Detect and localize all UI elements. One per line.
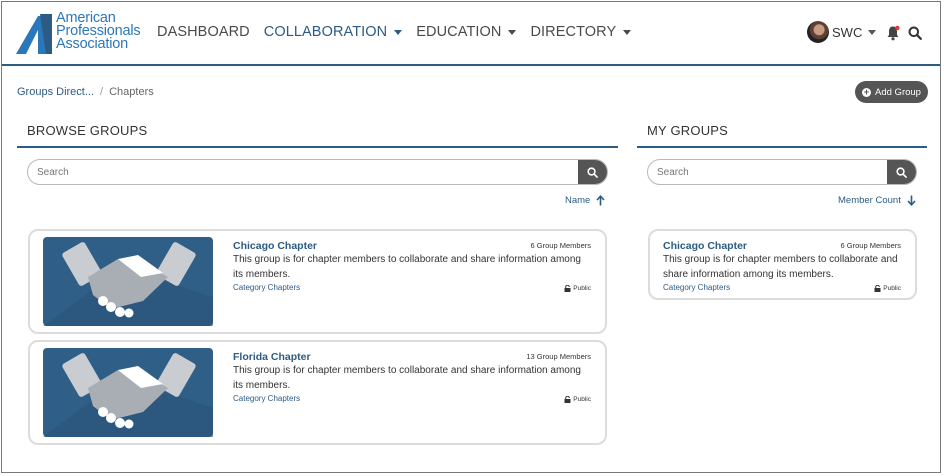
group-privacy-label: Public xyxy=(573,396,591,403)
group-category[interactable]: Category Chapters xyxy=(233,283,300,292)
nav-directory-label: DIRECTORY xyxy=(530,24,617,40)
nav-directory[interactable]: DIRECTORY xyxy=(530,24,632,40)
group-privacy: Public xyxy=(564,396,591,403)
add-group-label: Add Group xyxy=(875,86,921,98)
main-nav: DASHBOARD COLLABORATION EDUCATION DIRECT… xyxy=(157,24,632,40)
nav-collaboration-label: COLLABORATION xyxy=(263,24,388,40)
group-member-count: 6 Group Members xyxy=(530,241,591,250)
group-member-count: 13 Group Members xyxy=(526,352,591,361)
my-groups-title: MY GROUPS xyxy=(647,123,729,138)
nav-dashboard-label: DASHBOARD xyxy=(157,24,250,40)
group-category[interactable]: Category Chapters xyxy=(233,394,300,403)
logo-text: American Professionals Association xyxy=(56,11,141,52)
add-group-button[interactable]: + Add Group xyxy=(855,81,928,103)
chevron-down-icon xyxy=(508,30,517,35)
my-groups-search-input[interactable] xyxy=(648,160,789,184)
group-category[interactable]: Category Chapters xyxy=(663,283,730,292)
group-description: This group is for chapter members to col… xyxy=(233,254,581,280)
my-groups-divider xyxy=(637,146,927,148)
browse-sort-name[interactable]: Name xyxy=(565,195,605,206)
chevron-down-icon xyxy=(623,30,632,35)
group-privacy-label: Public xyxy=(573,285,591,292)
browse-search-input[interactable] xyxy=(28,160,169,184)
arrow-down-icon xyxy=(907,195,916,206)
logo-line-3: Association xyxy=(56,36,128,52)
top-header: American Professionals Association DASHB… xyxy=(2,2,940,66)
my-groups-search-button[interactable] xyxy=(887,160,916,184)
breadcrumb-separator: / xyxy=(100,86,104,98)
group-privacy-label: Public xyxy=(883,285,901,292)
group-description: This group is for chapter members to col… xyxy=(233,365,581,391)
nav-dashboard[interactable]: DASHBOARD xyxy=(157,24,250,40)
search-icon xyxy=(896,166,907,178)
nav-education-label: EDUCATION xyxy=(416,24,502,40)
my-groups-search-box xyxy=(647,159,917,185)
my-groups-sort-member-count[interactable]: Member Count xyxy=(838,195,916,206)
group-name[interactable]: Chicago Chapter xyxy=(233,240,317,252)
bell-icon[interactable] xyxy=(886,25,900,41)
group-card[interactable]: Chicago Chapter 6 Group Members This gro… xyxy=(28,229,607,334)
handshake-icon xyxy=(43,242,213,326)
nav-education[interactable]: EDUCATION xyxy=(416,24,517,40)
handshake-icon xyxy=(43,353,213,437)
group-privacy: Public xyxy=(564,285,591,292)
group-privacy: Public xyxy=(874,285,901,292)
my-groups-sort-label: Member Count xyxy=(838,195,901,206)
handshake-image xyxy=(43,237,213,326)
browse-search-box xyxy=(27,159,608,185)
group-name[interactable]: Chicago Chapter xyxy=(663,240,747,252)
search-icon[interactable] xyxy=(908,26,922,40)
group-name[interactable]: Florida Chapter xyxy=(233,351,311,363)
arrow-up-icon xyxy=(596,195,605,206)
group-member-count: 6 Group Members xyxy=(840,241,901,250)
plus-circle-icon: + xyxy=(862,86,872,97)
group-description: This group is for chapter members to col… xyxy=(663,254,898,280)
avatar xyxy=(807,21,829,43)
user-name: SWC xyxy=(832,24,863,40)
logo-mark-icon xyxy=(16,14,52,54)
search-icon xyxy=(587,166,598,178)
lock-icon xyxy=(564,396,571,403)
handshake-image xyxy=(43,348,213,437)
my-group-card[interactable]: Chicago Chapter 6 Group Members This gro… xyxy=(648,229,917,300)
breadcrumb-current: Chapters xyxy=(109,86,154,98)
app-frame: American Professionals Association DASHB… xyxy=(1,1,941,473)
browse-sort-label: Name xyxy=(565,195,591,206)
user-menu[interactable]: SWC xyxy=(807,21,877,43)
browse-search-button[interactable] xyxy=(578,160,607,184)
breadcrumb: Groups Direct... / Chapters xyxy=(17,86,154,98)
group-card[interactable]: Florida Chapter 13 Group Members This gr… xyxy=(28,340,607,445)
lock-icon xyxy=(874,285,881,292)
chevron-down-icon xyxy=(868,30,877,35)
breadcrumb-groups-directory[interactable]: Groups Direct... xyxy=(17,86,94,98)
chevron-down-icon xyxy=(394,30,403,35)
browse-groups-title: BROWSE GROUPS xyxy=(27,123,148,138)
browse-groups-divider xyxy=(17,146,618,148)
logo[interactable]: American Professionals Association xyxy=(16,11,146,56)
lock-icon xyxy=(564,285,571,292)
nav-collaboration[interactable]: COLLABORATION xyxy=(264,24,403,40)
